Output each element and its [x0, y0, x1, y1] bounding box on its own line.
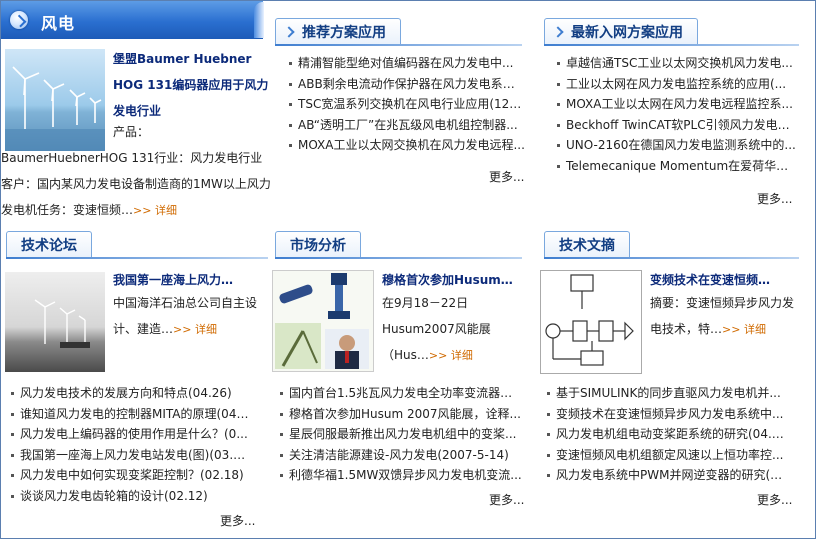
- list-item[interactable]: MOXA工业以太网交换机在风力发电远程...: [287, 135, 525, 156]
- list-item[interactable]: 风力发电系统中PWM并网逆变器的研究(0...: [545, 465, 789, 486]
- list-item[interactable]: Beckhoff TwinCAT软PLC引领风力发电技...: [555, 115, 799, 136]
- tech-docs-more-link[interactable]: 更多...: [757, 491, 792, 508]
- tab-latest-label: 最新入网方案应用: [571, 25, 683, 41]
- list-item[interactable]: 关注清洁能源建设-风力发电(2007-5-14): [278, 445, 522, 466]
- list-item[interactable]: TSC宽温系列交换机在风电行业应用(12.2...: [287, 94, 525, 115]
- list-item[interactable]: 风力发电机组电动变桨距系统的研究(04.1...: [545, 424, 789, 445]
- chevron-right-icon: [552, 26, 564, 38]
- tab-tech-docs[interactable]: 技术文摘: [544, 231, 799, 259]
- feature-summary: 摘要：变速恒频异步风力发电技术，特…>> 详细: [650, 296, 795, 336]
- feature-more-link[interactable]: >> 详细: [722, 323, 766, 336]
- list-item[interactable]: 风力发电上编码器的使用作用是什么？(0...: [9, 424, 249, 445]
- offshore-turbines-illustration: [34, 299, 90, 348]
- tab-tech-forum[interactable]: 技术论坛: [6, 231, 268, 259]
- latest-list: 卓越信通TSC工业以太网交换机风力发电... 工业以太网在风力发电监控系统的应用…: [555, 53, 799, 177]
- feature-more-link[interactable]: >> 详细: [429, 349, 473, 362]
- market-more-link[interactable]: 更多...: [489, 491, 524, 508]
- recommend-more-link[interactable]: 更多...: [489, 168, 524, 185]
- list-item[interactable]: 国内首台1.5兆瓦风力发电全功率变流器在...: [278, 383, 522, 404]
- recommend-list: 精浦智能型绝对值编码器在风力发电中... ABB剩余电流动作保护器在风力发电系统…: [287, 53, 525, 156]
- list-item[interactable]: AB“透明工厂”在兆瓦级风电机组控制器...: [287, 115, 525, 136]
- list-item[interactable]: 谈谈风力发电齿轮箱的设计(02.12): [9, 486, 249, 507]
- chevron-right-icon: [283, 26, 295, 38]
- feature-image-product-collage[interactable]: [272, 270, 374, 372]
- tab-market-analysis[interactable]: 市场分析: [275, 231, 522, 259]
- list-item[interactable]: 穆格首次参加Husum 2007风能展，诠释...: [278, 404, 522, 425]
- list-item[interactable]: 风力发电技术的发展方向和特点(04.26): [9, 383, 249, 404]
- feature-image-offshore-station[interactable]: [5, 272, 105, 372]
- tab-recommend-label: 推荐方案应用: [302, 25, 386, 41]
- list-item[interactable]: 工业以太网在风力发电监控系统的应用(...: [555, 74, 799, 95]
- list-item[interactable]: UNO-2160在德国风力发电监测系统中的...: [555, 135, 799, 156]
- tab-market-label: 市场分析: [290, 238, 346, 254]
- list-item[interactable]: 精浦智能型绝对值编码器在风力发电中...: [287, 53, 525, 74]
- circuit-diagram-illustration: [545, 274, 634, 366]
- list-item[interactable]: 变频技术在变速恒频异步风力发电系统中...: [545, 404, 789, 425]
- feature-summary-text: 产品：BaumerHuebnerHOG 131行业：风力发电行业客户：国内某风力…: [1, 119, 271, 224]
- feature-more-link[interactable]: >> 详细: [133, 204, 177, 217]
- list-item[interactable]: 利德华福1.5MW双馈异步风力发电机变流...: [278, 465, 522, 486]
- tech-forum-list: 风力发电技术的发展方向和特点(04.26) 谁知道风力发电的控制器MITA的原理…: [9, 383, 249, 507]
- list-item[interactable]: 谁知道风力发电的控制器MITA的原理(04....: [9, 404, 249, 425]
- feature-title-link[interactable]: 堡盟Baumer Huebner HOG 131编码器应用于风力发电行业: [113, 46, 271, 124]
- feature-summary: 在9月18－22日Husum2007风能展（Hus…>> 详细: [382, 296, 491, 362]
- feature-image-circuit-diagram[interactable]: [540, 270, 642, 374]
- list-item[interactable]: 卓越信通TSC工业以太网交换机风力发电...: [555, 53, 799, 74]
- latest-more-link[interactable]: 更多...: [757, 190, 792, 207]
- market-list: 国内首台1.5兆瓦风力发电全功率变流器在... 穆格首次参加Husum 2007…: [278, 383, 522, 486]
- list-item[interactable]: 我国第一座海上风力发电站发电(图)(03.12): [9, 445, 249, 466]
- feature-summary: 中国海洋石油总公司自主设计、建造…>> 详细: [113, 296, 258, 336]
- list-item[interactable]: MOXA工业以太网在风力发电远程监控系...: [555, 94, 799, 115]
- circle-arrow-icon: [10, 11, 28, 29]
- section-title-wind-power: 风电: [1, 1, 264, 39]
- list-item[interactable]: Telemecanique Momentum在爱荷华北...: [555, 156, 799, 177]
- tab-tech-docs-label: 技术文摘: [559, 238, 615, 254]
- section-title-text: 风电: [41, 14, 76, 33]
- list-item[interactable]: 基于SIMULINK的同步直驱风力发电机并...: [545, 383, 789, 404]
- feature-more-link[interactable]: >> 详细: [173, 323, 217, 336]
- product-collage-illustration: [273, 271, 373, 371]
- title-curl-decoration: [254, 2, 264, 38]
- tab-recommend[interactable]: 推荐方案应用: [275, 18, 522, 46]
- list-item[interactable]: 风力发电中如何实现变桨距控制？(02.18): [9, 465, 249, 486]
- tab-latest[interactable]: 最新入网方案应用: [544, 18, 799, 46]
- tech-docs-list: 基于SIMULINK的同步直驱风力发电机并... 变频技术在变速恒频异步风力发电…: [545, 383, 789, 486]
- list-item[interactable]: ABB剩余电流动作保护器在风力发电系统...: [287, 74, 525, 95]
- list-item[interactable]: 星辰伺服最新推出风力发电机组中的变桨...: [278, 424, 522, 445]
- list-item[interactable]: 变速恒频风电机组额定风速以上恒功率控...: [545, 445, 789, 466]
- tab-tech-forum-label: 技术论坛: [21, 238, 77, 254]
- tech-forum-more-link[interactable]: 更多...: [220, 512, 255, 529]
